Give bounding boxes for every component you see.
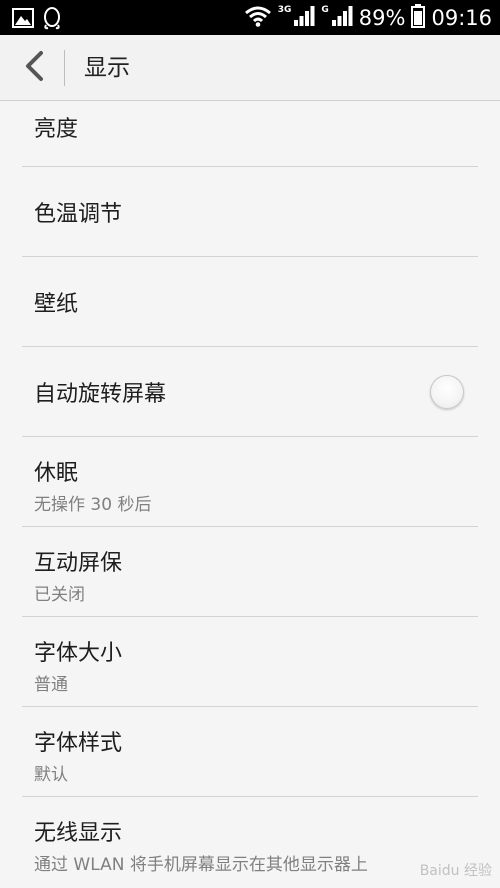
qq-penguin-icon bbox=[42, 6, 62, 34]
network-g-label: G bbox=[321, 5, 329, 15]
setting-title: 自动旋转屏幕 bbox=[34, 381, 167, 407]
setting-wireless-display[interactable]: 无线显示 通过 WLAN 将手机屏幕显示在其他显示器上 bbox=[22, 797, 478, 887]
wifi-icon bbox=[244, 5, 272, 31]
watermark-logo: Baidu 经验 bbox=[419, 863, 492, 879]
setting-subtitle: 无操作 30 秒后 bbox=[34, 495, 152, 515]
setting-sleep[interactable]: 休眠 无操作 30 秒后 bbox=[22, 437, 478, 527]
setting-title: 无线显示 bbox=[34, 821, 123, 846]
app-header: 显示 bbox=[0, 35, 500, 101]
setting-font-style[interactable]: 字体样式 默认 bbox=[22, 707, 478, 797]
setting-font-size[interactable]: 字体大小 普通 bbox=[22, 617, 478, 707]
back-button[interactable] bbox=[14, 49, 54, 87]
setting-color-temperature[interactable]: 色温调节 bbox=[22, 167, 478, 257]
setting-title: 亮度 bbox=[34, 117, 79, 142]
setting-title: 休眠 bbox=[34, 461, 79, 486]
setting-brightness[interactable]: 亮度 bbox=[22, 101, 478, 167]
setting-subtitle: 默认 bbox=[34, 765, 68, 785]
battery-percent: 89% bbox=[358, 5, 406, 30]
signal-g-icon bbox=[331, 5, 353, 31]
battery-icon bbox=[411, 3, 426, 32]
clock-time: 09:16 bbox=[431, 5, 492, 30]
setting-subtitle: 已关闭 bbox=[34, 585, 85, 605]
network-3g-label: 3G bbox=[277, 5, 292, 15]
setting-title: 互动屏保 bbox=[34, 551, 123, 576]
setting-title: 字体大小 bbox=[34, 641, 123, 666]
image-icon bbox=[12, 8, 34, 32]
setting-subtitle: 通过 WLAN 将手机屏幕显示在其他显示器上 bbox=[34, 855, 368, 875]
header-divider bbox=[64, 50, 65, 86]
status-bar: 3G G 89% 09:16 bbox=[0, 0, 500, 35]
setting-wallpaper[interactable]: 壁纸 bbox=[22, 257, 478, 347]
chevron-left-icon bbox=[23, 50, 45, 86]
auto-rotate-toggle[interactable] bbox=[430, 374, 464, 409]
settings-list: 亮度 色温调节 壁纸 自动旋转屏幕 休眠 无操作 30 秒后 互动屏保 已关闭 … bbox=[0, 101, 500, 887]
signal-3g-icon bbox=[293, 5, 315, 31]
page-title: 显示 bbox=[84, 55, 130, 81]
setting-title: 壁纸 bbox=[34, 291, 79, 317]
setting-subtitle: 普通 bbox=[34, 675, 68, 695]
setting-daydream[interactable]: 互动屏保 已关闭 bbox=[22, 527, 478, 617]
setting-title: 色温调节 bbox=[34, 201, 123, 227]
setting-auto-rotate[interactable]: 自动旋转屏幕 bbox=[22, 347, 478, 437]
setting-title: 字体样式 bbox=[34, 731, 123, 756]
